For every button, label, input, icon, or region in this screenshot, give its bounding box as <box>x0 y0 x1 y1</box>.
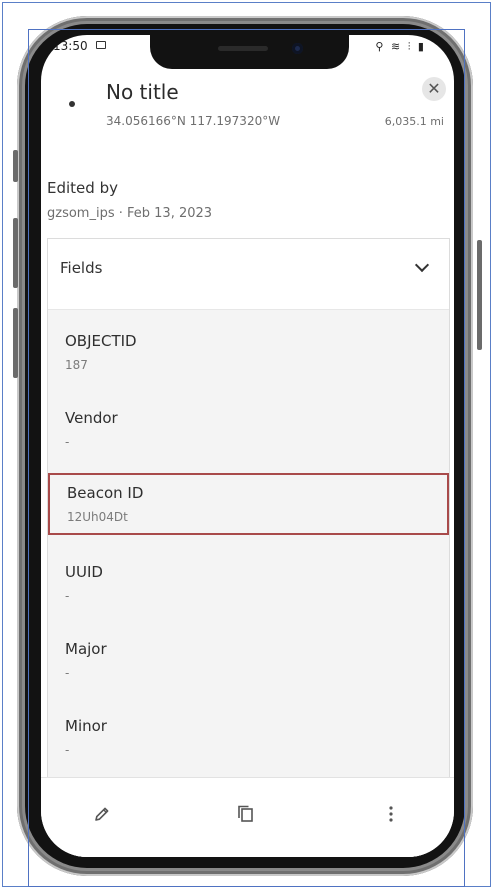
feature-symbol-icon <box>69 101 75 107</box>
phone-screen: 13:50 ⚲ ≋ ⫶ ▮ No title 34.056166°N 117.1… <box>41 35 454 857</box>
fields-title: Fields <box>60 259 103 277</box>
bottom-toolbar <box>41 777 454 857</box>
fields-header[interactable]: Fields <box>48 239 449 310</box>
copy-icon[interactable] <box>234 802 258 826</box>
pencil-icon[interactable] <box>90 802 114 826</box>
volume-up-button <box>13 218 18 288</box>
fields-card: Fields OBJECTID 187 Vendor - Beacon ID 1… <box>47 238 450 857</box>
coordinates: 34.056166°N 117.197320°W <box>106 114 281 128</box>
more-vertical-icon[interactable] <box>379 802 403 826</box>
field-value: - <box>65 435 70 449</box>
field-value: - <box>65 743 70 757</box>
front-camera-icon <box>292 43 303 54</box>
field-minor: Minor - <box>48 713 449 775</box>
page-title: No title <box>106 80 179 104</box>
field-label: Vendor <box>65 409 118 427</box>
image-notification-icon <box>96 41 106 49</box>
field-label: OBJECTID <box>65 332 137 350</box>
field-value: 12Uh04Dt <box>67 510 128 524</box>
volume-down-button <box>13 308 18 378</box>
field-value: - <box>65 589 70 603</box>
field-value: - <box>65 666 70 680</box>
field-label: UUID <box>65 563 103 581</box>
edited-by-label: Edited by <box>47 179 118 197</box>
field-label: Minor <box>65 717 107 735</box>
speaker-grille <box>218 46 268 51</box>
close-button[interactable]: ✕ <box>422 77 446 101</box>
status-time: 13:50 <box>53 39 88 53</box>
field-major: Major - <box>48 636 449 698</box>
field-beacon-id: Beacon ID 12Uh04Dt <box>48 473 449 535</box>
field-vendor: Vendor - <box>48 405 449 467</box>
fields-list: OBJECTID 187 Vendor - Beacon ID 12Uh04Dt… <box>48 310 449 857</box>
close-icon: ✕ <box>427 79 441 98</box>
field-value: 187 <box>65 358 88 372</box>
chevron-down-icon[interactable] <box>414 257 430 273</box>
distance: 6,035.1 mi <box>384 115 444 128</box>
mute-switch <box>13 150 18 182</box>
notch <box>150 35 349 69</box>
field-uuid: UUID - <box>48 559 449 621</box>
field-objectid: OBJECTID 187 <box>48 328 449 390</box>
status-icons: ⚲ ≋ ⫶ ▮ <box>375 40 426 53</box>
field-label: Major <box>65 640 107 658</box>
edited-by-meta: gzsom_ips · Feb 13, 2023 <box>47 206 213 221</box>
power-button <box>477 240 482 350</box>
field-label: Beacon ID <box>67 484 144 502</box>
